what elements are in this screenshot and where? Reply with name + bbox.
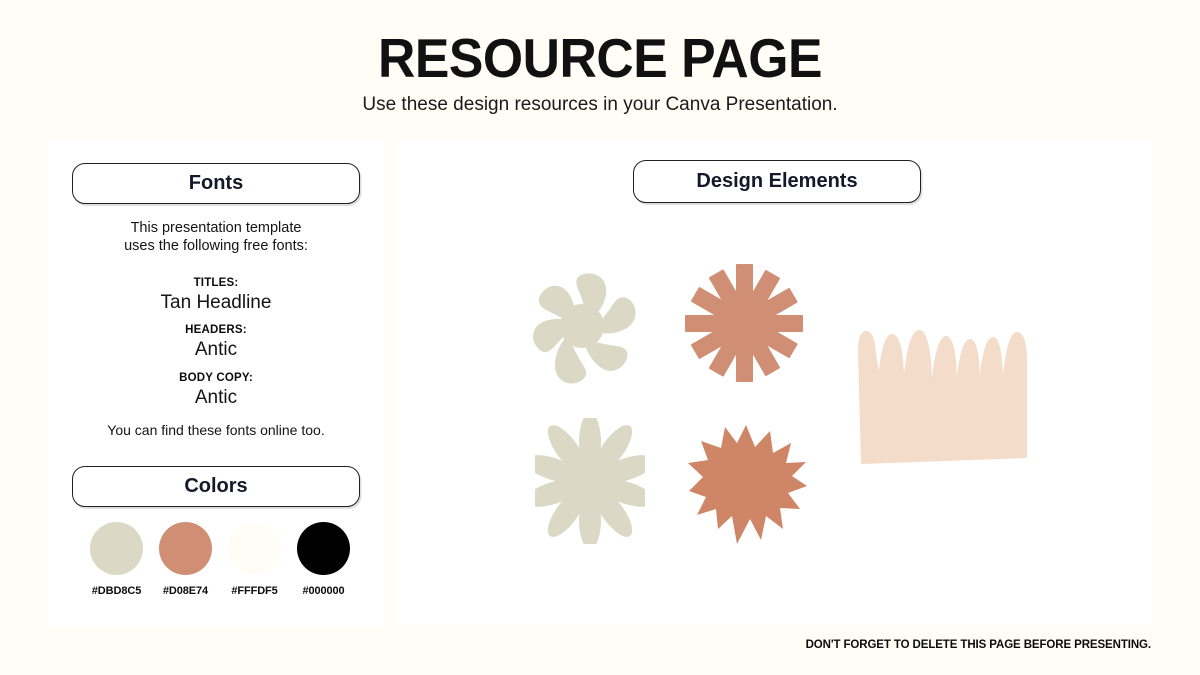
color-dot-black (297, 522, 350, 575)
color-hex-black: #000000 (302, 585, 345, 597)
font-role-headers: HEADERS: (185, 324, 247, 336)
daisy-flower-icon[interactable] (535, 418, 645, 544)
color-hex-terracotta: #D08E74 (162, 585, 209, 597)
color-swatch-1[interactable]: #DBD8C5 (86, 522, 147, 597)
fonts-online-note: You can find these fonts online too. (107, 422, 325, 438)
color-swatch-2[interactable]: #D08E74 (155, 522, 216, 597)
color-swatch-4[interactable]: #000000 (293, 522, 354, 597)
fonts-section-heading[interactable]: Fonts (72, 163, 360, 204)
colors-section-heading[interactable]: Colors (72, 466, 360, 507)
font-role-titles: TITLES: (193, 277, 239, 289)
right-panel: Design Elements (397, 141, 1152, 624)
design-elements-section-heading[interactable]: Design Elements (633, 160, 921, 203)
fonts-intro-text: This presentation template uses the foll… (48, 219, 384, 255)
color-swatch-row: #DBD8C5 #D08E74 #FFFDF5 #000000 (86, 522, 354, 597)
page-title: RESOURCE PAGE (378, 27, 822, 89)
ray-starburst-icon[interactable] (685, 264, 803, 382)
footer-delete-warning: DON'T FORGET TO DELETE THIS PAGE BEFORE … (805, 639, 1152, 651)
color-dot-cream (228, 522, 281, 575)
six-petal-flower-icon[interactable] (526, 266, 642, 386)
color-hex-cream: #FFFDF5 (231, 585, 278, 597)
font-role-body-copy: BODY COPY: (179, 372, 253, 384)
color-swatch-3[interactable]: #FFFDF5 (224, 522, 285, 597)
fonts-intro-line-2: uses the following free fonts: (124, 238, 308, 254)
page-subtitle: Use these design resources in your Canva… (362, 94, 838, 115)
fonts-heading-label: Fonts (188, 172, 244, 194)
spiky-star-icon[interactable] (687, 423, 807, 544)
design-elements-heading-label: Design Elements (696, 170, 858, 192)
fonts-intro-line-1: This presentation template (130, 220, 302, 236)
font-name-titles: Tan Headline (160, 292, 272, 313)
grass-block-icon[interactable] (855, 326, 1030, 466)
color-dot-beige (90, 522, 143, 575)
font-group-titles: TITLES: Tan Headline (48, 276, 384, 315)
font-group-body-copy: BODY COPY: Antic (48, 371, 384, 410)
colors-heading-label: Colors (184, 475, 248, 497)
color-dot-terracotta (159, 522, 212, 575)
font-name-body-copy: Antic (194, 387, 238, 408)
font-group-headers: HEADERS: Antic (48, 323, 384, 362)
left-panel: Fonts This presentation template uses th… (48, 141, 384, 626)
slide-canvas: RESOURCE PAGE Use these design resources… (0, 0, 1200, 675)
color-hex-beige: #DBD8C5 (91, 585, 142, 597)
font-name-headers: Antic (194, 339, 238, 360)
